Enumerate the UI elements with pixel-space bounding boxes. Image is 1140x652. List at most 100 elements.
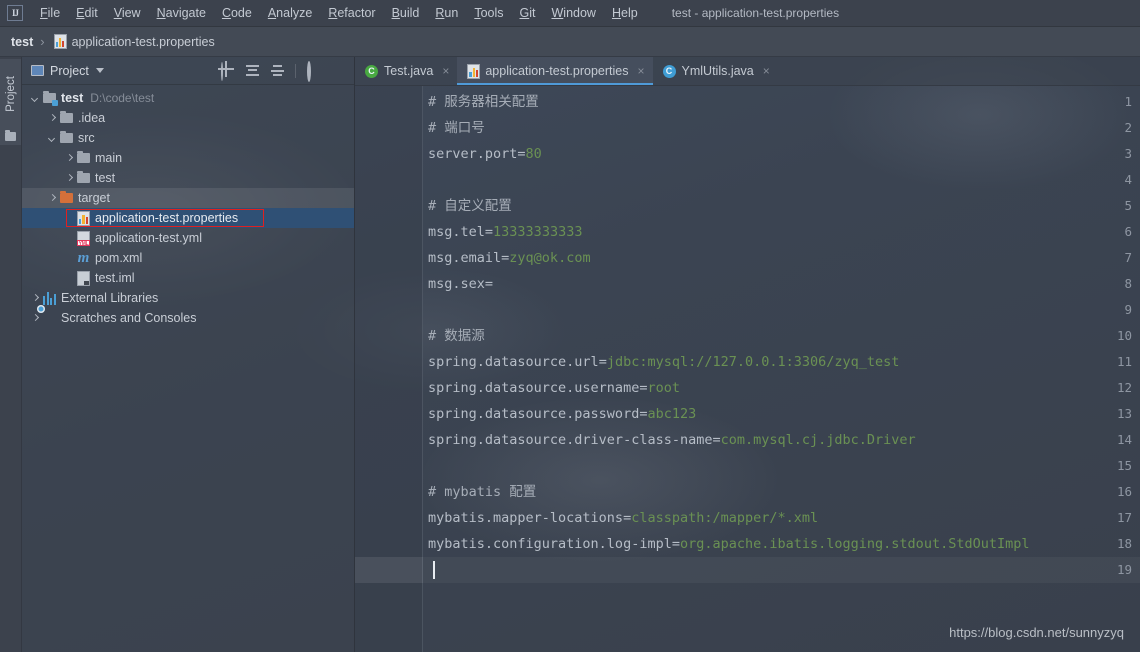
code-line[interactable]: mybatis.mapper-locations=classpath:/mapp… — [428, 505, 818, 531]
close-icon[interactable]: × — [763, 65, 770, 77]
excluded-folder-icon — [60, 193, 73, 203]
tree-item-label: .idea — [78, 111, 105, 125]
tree-item-path: D:\code\test — [90, 91, 154, 105]
tree-item[interactable]: mpom.xml — [22, 248, 354, 268]
tree-item[interactable]: test — [22, 168, 354, 188]
breadcrumb-leaf[interactable]: application-test.properties — [72, 35, 215, 49]
property-separator: = — [623, 510, 631, 526]
breadcrumb-separator-icon: › — [40, 34, 44, 49]
menu-item-git[interactable]: Git — [512, 3, 544, 23]
property-value: root — [647, 380, 680, 396]
idea-window: IJ FileEditViewNavigateCodeAnalyzeRefact… — [0, 0, 1140, 652]
chevron-down-icon[interactable] — [96, 68, 104, 73]
code-line[interactable]: msg.sex= — [428, 271, 493, 297]
window-title: test - application-test.properties — [672, 6, 839, 20]
editor-tab[interactable]: Test.java× — [355, 57, 457, 85]
text-caret — [433, 561, 435, 579]
chevron-right-icon[interactable] — [48, 114, 57, 123]
code-line[interactable]: spring.datasource.username=root — [428, 375, 680, 401]
tree-item[interactable]: target — [22, 188, 354, 208]
menu-item-edit[interactable]: Edit — [68, 3, 106, 23]
tree-item[interactable]: application-test.properties — [22, 208, 354, 228]
code-line[interactable]: server.port=80 — [428, 141, 542, 167]
chevron-right-icon[interactable] — [31, 294, 40, 303]
comment-token: # 服务器相关配置 — [428, 94, 539, 110]
code-line[interactable]: msg.email=zyq@ok.com — [428, 245, 591, 271]
property-key: msg.email — [428, 250, 501, 266]
project-panel-title[interactable]: Project — [50, 64, 89, 78]
chevron-right-icon[interactable] — [65, 154, 74, 163]
menu-item-build[interactable]: Build — [384, 3, 428, 23]
code-line[interactable]: # mybatis 配置 — [428, 479, 536, 505]
menu-item-run[interactable]: Run — [427, 3, 466, 23]
close-icon[interactable]: × — [442, 65, 449, 77]
editor-area[interactable]: 12345678910111213141516171819 # 服务器相关配置#… — [355, 86, 1140, 652]
tree-item[interactable]: Scratches and Consoles — [22, 308, 354, 328]
code-line[interactable] — [428, 167, 436, 193]
code-line[interactable]: # 数据源 — [428, 323, 485, 349]
menu-item-help[interactable]: Help — [604, 3, 646, 23]
comment-token: # 端口号 — [428, 120, 485, 136]
code-line[interactable] — [428, 297, 436, 323]
property-separator: = — [517, 146, 525, 162]
tree-item[interactable]: testD:\code\test — [22, 88, 354, 108]
minimize-icon[interactable] — [331, 63, 346, 78]
menu-item-refactor[interactable]: Refactor — [320, 3, 383, 23]
code-line[interactable]: spring.datasource.password=abc123 — [428, 401, 696, 427]
tree-spacer — [65, 274, 74, 283]
libraries-icon — [43, 292, 56, 305]
code-line[interactable]: # 端口号 — [428, 115, 485, 141]
menu-item-tools[interactable]: Tools — [466, 3, 511, 23]
tree-item[interactable]: src — [22, 128, 354, 148]
menu-item-file[interactable]: File — [32, 3, 68, 23]
code-line[interactable] — [428, 453, 436, 479]
chevron-right-icon[interactable] — [65, 174, 74, 183]
tree-item-label: test.iml — [95, 271, 135, 285]
java-class-icon — [365, 65, 378, 78]
tree-item[interactable]: External Libraries — [22, 288, 354, 308]
chevron-down-icon[interactable] — [48, 134, 57, 143]
tree-item-label: main — [95, 151, 122, 165]
menu-item-view[interactable]: View — [106, 3, 149, 23]
current-line-gutter-highlight — [355, 557, 423, 583]
rail-tab-project[interactable]: Project — [0, 59, 21, 145]
collapse-all-icon[interactable] — [270, 63, 285, 78]
close-icon[interactable]: × — [638, 65, 645, 77]
tree-item[interactable]: .idea — [22, 108, 354, 128]
locate-icon[interactable] — [220, 63, 235, 78]
tree-item-label: application-test.properties — [95, 211, 238, 225]
maven-pom-icon: m — [77, 251, 90, 266]
menu-item-analyze[interactable]: Analyze — [260, 3, 320, 23]
chevron-right-icon[interactable] — [48, 194, 57, 203]
chevron-down-icon[interactable] — [31, 94, 40, 103]
menu-item-navigate[interactable]: Navigate — [149, 3, 214, 23]
code-line[interactable]: # 服务器相关配置 — [428, 89, 539, 115]
code-line[interactable]: msg.tel=13333333333 — [428, 219, 582, 245]
tree-item[interactable]: test.iml — [22, 268, 354, 288]
code-content[interactable]: # 服务器相关配置# 端口号server.port=80 # 自定义配置msg.… — [423, 86, 1140, 652]
menu-items: FileEditViewNavigateCodeAnalyzeRefactorB… — [32, 3, 646, 23]
code-line[interactable]: spring.datasource.url=jdbc:mysql://127.0… — [428, 349, 899, 375]
property-key: spring.datasource.password — [428, 406, 639, 422]
project-panel-header: Project — [22, 57, 354, 85]
menu-item-window[interactable]: Window — [543, 3, 603, 23]
editor-tab[interactable]: YmlUtils.java× — [653, 57, 778, 85]
tree-item[interactable]: main — [22, 148, 354, 168]
editor-tab[interactable]: application-test.properties× — [457, 57, 652, 85]
tree-spacer — [65, 214, 74, 223]
tree-item[interactable]: YMLapplication-test.yml — [22, 228, 354, 248]
breadcrumb-root[interactable]: test — [11, 35, 33, 49]
property-value: org.apache.ibatis.logging.stdout.StdOutI… — [680, 536, 1030, 552]
expand-all-icon[interactable] — [245, 63, 260, 78]
property-value: 80 — [526, 146, 542, 162]
menu-item-code[interactable]: Code — [214, 3, 260, 23]
settings-gear-icon[interactable] — [306, 63, 321, 78]
code-line[interactable]: spring.datasource.driver-class-name=com.… — [428, 427, 916, 453]
code-line[interactable]: # 自定义配置 — [428, 193, 512, 219]
rail-tab-project-label: Project — [5, 56, 17, 132]
chevron-right-icon[interactable] — [31, 314, 40, 323]
property-separator: = — [672, 536, 680, 552]
iml-file-icon — [77, 271, 90, 286]
property-key: spring.datasource.driver-class-name — [428, 432, 712, 448]
code-line[interactable]: mybatis.configuration.log-impl=org.apach… — [428, 531, 1029, 557]
